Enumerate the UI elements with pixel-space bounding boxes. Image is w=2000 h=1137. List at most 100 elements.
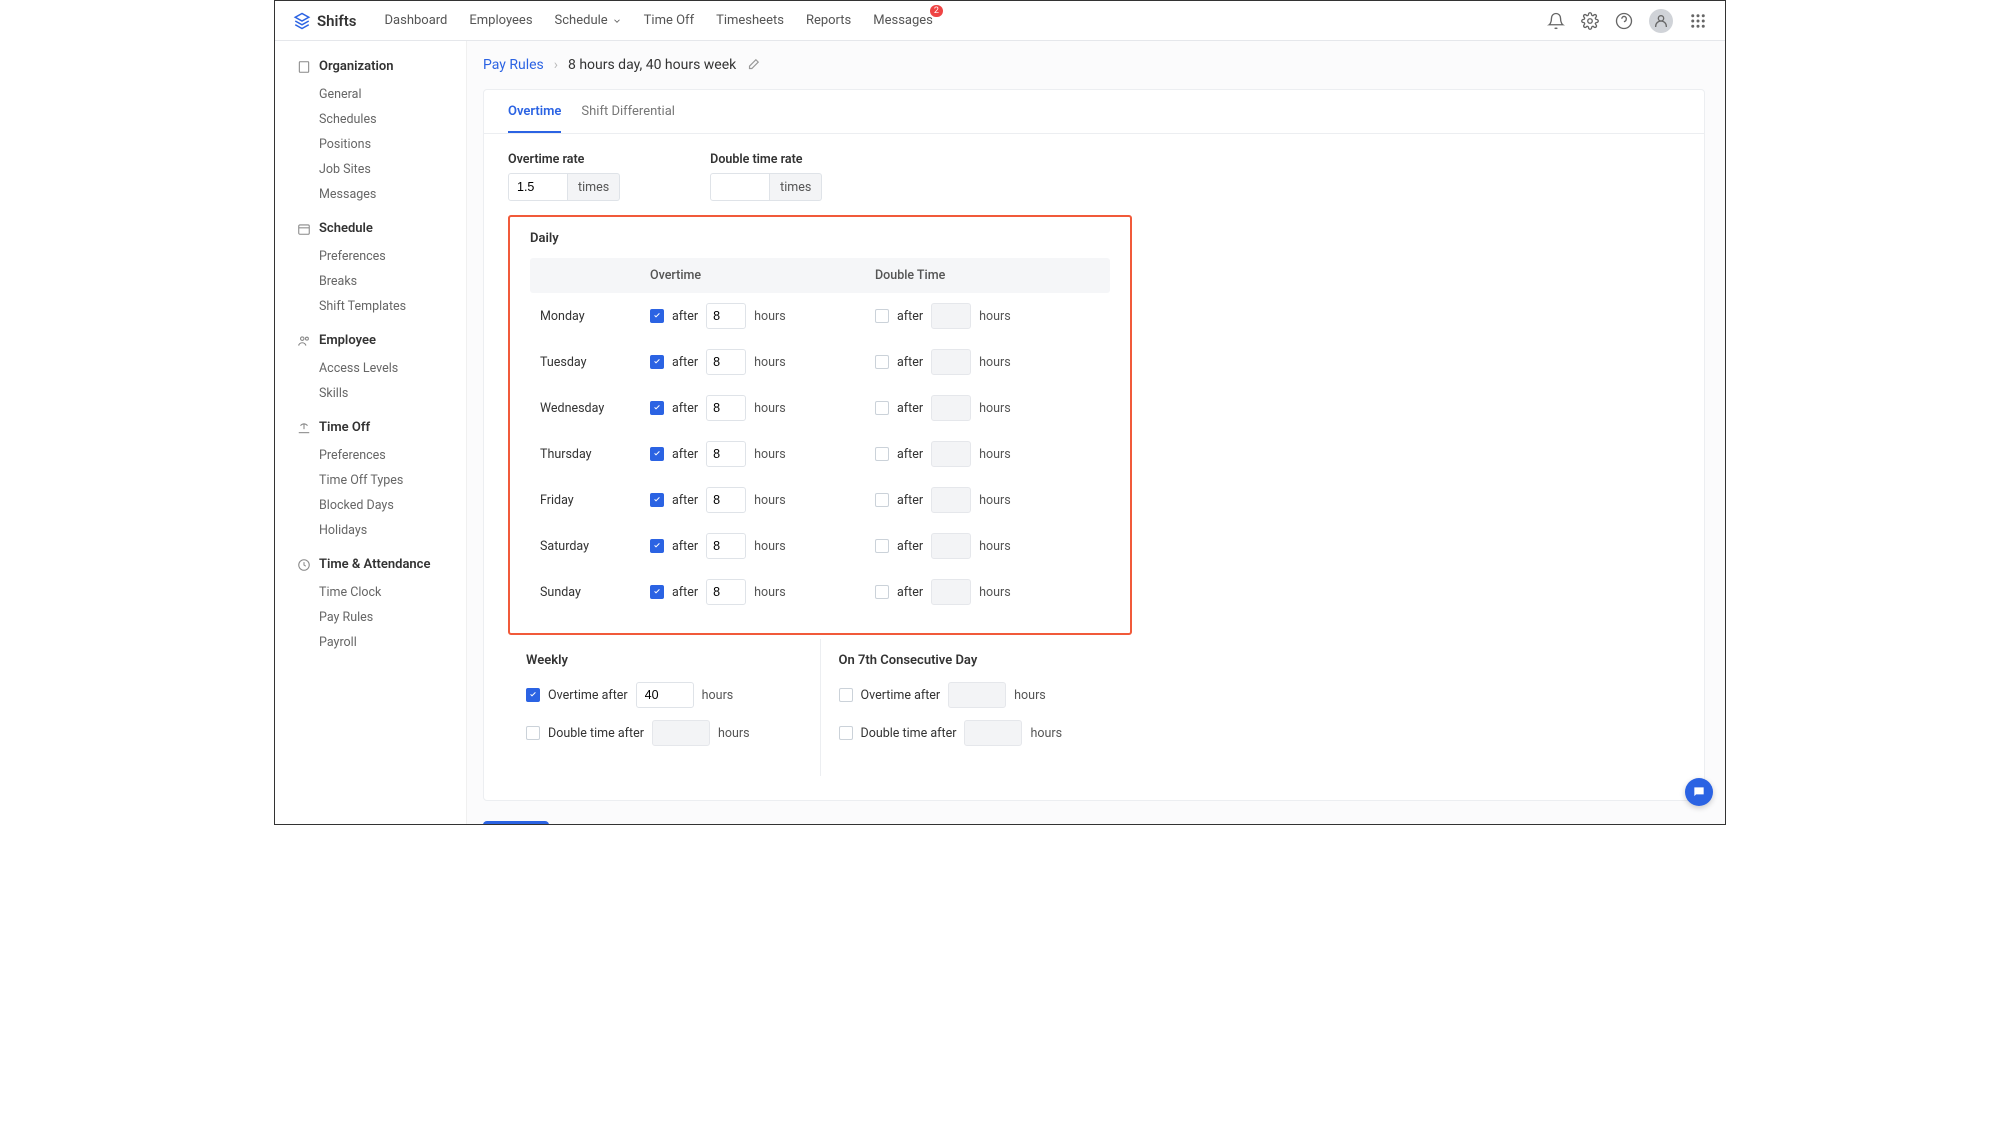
daily-row: Sundayafterhoursafterhours <box>530 569 1110 615</box>
nav-timeoff[interactable]: Time Off <box>644 13 694 28</box>
after-label: after <box>897 355 923 370</box>
ot-hours-input[interactable] <box>706 303 746 329</box>
sidebar-section-employee[interactable]: Employee <box>297 333 466 348</box>
sidebar-item-time-clock[interactable]: Time Clock <box>297 580 466 605</box>
ot-check[interactable] <box>650 309 664 323</box>
ot-check[interactable] <box>650 401 664 415</box>
overtime-rate-input[interactable] <box>508 173 568 201</box>
tab-overtime[interactable]: Overtime <box>508 104 561 133</box>
save-button[interactable]: Save <box>483 821 549 824</box>
weekly-ot-check[interactable] <box>526 688 540 702</box>
weekly-dt-check[interactable] <box>526 726 540 740</box>
sidebar-item-to-preferences[interactable]: Preferences <box>297 443 466 468</box>
sidebar-item-positions[interactable]: Positions <box>297 132 466 157</box>
sidebar-section-organization[interactable]: Organization <box>297 59 466 74</box>
chevron-down-icon <box>612 16 622 26</box>
sidebar-item-jobsites[interactable]: Job Sites <box>297 157 466 182</box>
day-name: Thursday <box>540 447 650 462</box>
dt-check[interactable] <box>875 585 889 599</box>
sidebar-item-skills[interactable]: Skills <box>297 381 466 406</box>
after-label: after <box>672 493 698 508</box>
after-label: after <box>897 447 923 462</box>
sidebar-item-schedules[interactable]: Schedules <box>297 107 466 132</box>
dt-check[interactable] <box>875 493 889 507</box>
apps-grid-icon[interactable] <box>1689 12 1707 30</box>
sidebar-item-shift-templates[interactable]: Shift Templates <box>297 294 466 319</box>
hours-unit: hours <box>754 539 786 554</box>
sidebar-item-payroll[interactable]: Payroll <box>297 630 466 655</box>
weekly-ot-input[interactable] <box>636 682 694 708</box>
edit-icon[interactable] <box>746 58 760 72</box>
seventh-day-section: On 7th Consecutive Day Overtime after ho… <box>820 639 1133 776</box>
breadcrumb-root[interactable]: Pay Rules <box>483 57 544 73</box>
dt-hours-input[interactable] <box>931 303 971 329</box>
seventh-dt-label: Double time after <box>861 726 957 741</box>
dt-check[interactable] <box>875 309 889 323</box>
ot-hours-input[interactable] <box>706 579 746 605</box>
ot-hours-input[interactable] <box>706 487 746 513</box>
chat-fab[interactable] <box>1685 778 1713 806</box>
ot-check[interactable] <box>650 539 664 553</box>
ot-check[interactable] <box>650 585 664 599</box>
seventh-title: On 7th Consecutive Day <box>839 653 1115 668</box>
after-label: after <box>672 309 698 324</box>
sidebar-item-breaks[interactable]: Breaks <box>297 269 466 294</box>
sidebar-item-preferences[interactable]: Preferences <box>297 244 466 269</box>
ot-hours-input[interactable] <box>706 395 746 421</box>
weekly-dt-input[interactable] <box>652 720 710 746</box>
dt-hours-input[interactable] <box>931 533 971 559</box>
daily-row: Thursdayafterhoursafterhours <box>530 431 1110 477</box>
seventh-ot-input[interactable] <box>948 682 1006 708</box>
sidebar-item-pay-rules[interactable]: Pay Rules <box>297 605 466 630</box>
dt-check[interactable] <box>875 539 889 553</box>
after-label: after <box>672 355 698 370</box>
dt-hours-input[interactable] <box>931 579 971 605</box>
sidebar-item-messages[interactable]: Messages <box>297 182 466 207</box>
rate-suffix: times <box>770 173 822 201</box>
nav-employees[interactable]: Employees <box>469 13 532 28</box>
sidebar-section-attendance[interactable]: Time & Attendance <box>297 557 466 572</box>
dt-check[interactable] <box>875 355 889 369</box>
sidebar-section-schedule[interactable]: Schedule <box>297 221 466 236</box>
sidebar-item-to-types[interactable]: Time Off Types <box>297 468 466 493</box>
ot-hours-input[interactable] <box>706 441 746 467</box>
weekly-title: Weekly <box>526 653 802 668</box>
sidebar-item-access-levels[interactable]: Access Levels <box>297 356 466 381</box>
day-name: Tuesday <box>540 355 650 370</box>
dt-check[interactable] <box>875 447 889 461</box>
nav-schedule[interactable]: Schedule <box>555 13 622 28</box>
after-label: after <box>672 585 698 600</box>
double-rate-input[interactable] <box>710 173 770 201</box>
nav-reports[interactable]: Reports <box>806 13 851 28</box>
dt-hours-input[interactable] <box>931 487 971 513</box>
sidebar-section-timeoff[interactable]: Time Off <box>297 420 466 435</box>
tab-shift-differential[interactable]: Shift Differential <box>581 104 675 133</box>
ot-check[interactable] <box>650 447 664 461</box>
sidebar-item-general[interactable]: General <box>297 82 466 107</box>
dt-hours-input[interactable] <box>931 395 971 421</box>
brand[interactable]: Shifts <box>293 12 357 30</box>
help-icon[interactable] <box>1615 12 1633 30</box>
avatar[interactable] <box>1649 9 1673 33</box>
nav-items: Dashboard Employees Schedule Time Off Ti… <box>385 13 933 28</box>
ot-hours-input[interactable] <box>706 349 746 375</box>
nav-dashboard[interactable]: Dashboard <box>385 13 448 28</box>
gear-icon[interactable] <box>1581 12 1599 30</box>
seventh-ot-check[interactable] <box>839 688 853 702</box>
nav-messages[interactable]: Messages 2 <box>873 13 933 28</box>
sidebar-item-holidays[interactable]: Holidays <box>297 518 466 543</box>
seventh-dt-check[interactable] <box>839 726 853 740</box>
col-head-double: Double Time <box>875 268 1100 283</box>
ot-check[interactable] <box>650 493 664 507</box>
ot-hours-input[interactable] <box>706 533 746 559</box>
seventh-dt-input[interactable] <box>964 720 1022 746</box>
dt-check[interactable] <box>875 401 889 415</box>
after-label: after <box>672 401 698 416</box>
overtime-rate-label: Overtime rate <box>508 152 620 167</box>
dt-hours-input[interactable] <box>931 441 971 467</box>
nav-timesheets[interactable]: Timesheets <box>716 13 784 28</box>
sidebar-item-blocked-days[interactable]: Blocked Days <box>297 493 466 518</box>
ot-check[interactable] <box>650 355 664 369</box>
bell-icon[interactable] <box>1547 12 1565 30</box>
dt-hours-input[interactable] <box>931 349 971 375</box>
